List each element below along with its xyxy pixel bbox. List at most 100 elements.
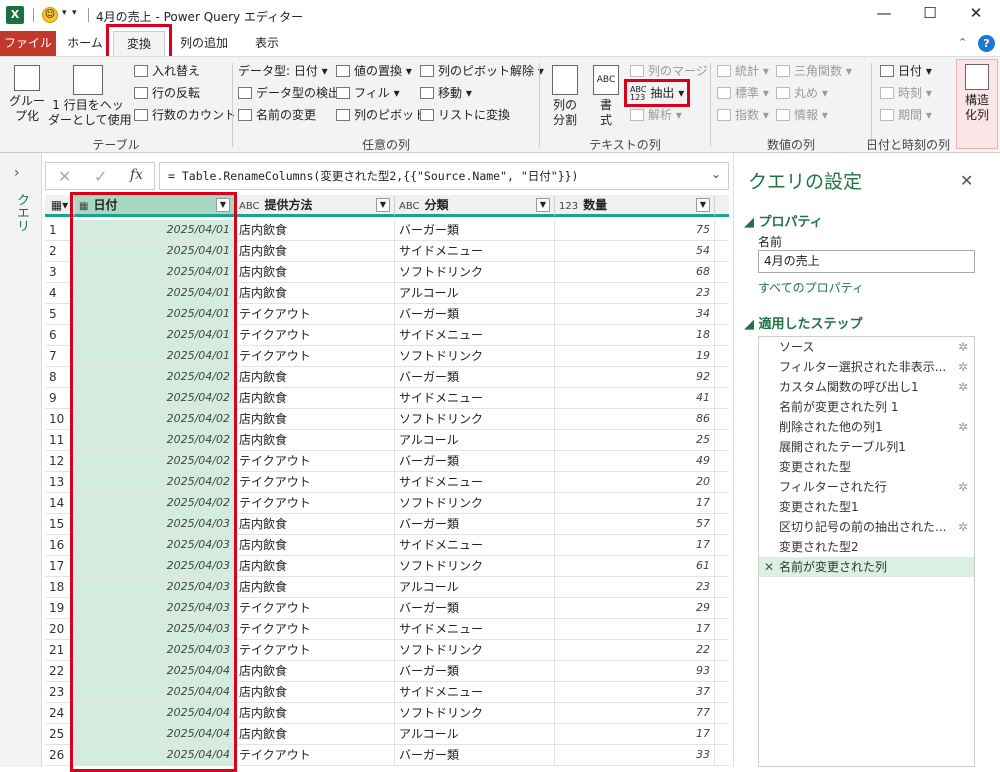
applied-step[interactable]: 名前が変更された列 1 — [759, 397, 974, 417]
cell-category[interactable]: ソフトドリンク — [395, 640, 555, 660]
cell-quantity[interactable]: 23 — [555, 577, 715, 597]
cell-quantity[interactable]: 68 — [555, 262, 715, 282]
filter-dropdown-icon[interactable]: ▼ — [376, 198, 390, 212]
cell-quantity[interactable]: 61 — [555, 556, 715, 576]
cell-quantity[interactable]: 34 — [555, 304, 715, 324]
move-button[interactable]: 移動 ▾ — [420, 83, 472, 103]
cell-quantity[interactable]: 92 — [555, 367, 715, 387]
rounding-button[interactable]: 丸め ▾ — [776, 83, 828, 103]
cell-method[interactable]: 店内飲食 — [235, 241, 395, 261]
cancel-formula-icon[interactable]: ✕ — [58, 167, 71, 186]
delete-step-icon[interactable]: ✕ — [764, 557, 774, 577]
transpose-button[interactable]: 入れ替え — [134, 61, 200, 81]
applied-step[interactable]: 区切り記号の前の抽出された... ✲ — [759, 517, 974, 537]
cell-category[interactable]: アルコール — [395, 283, 555, 303]
cell-quantity[interactable]: 54 — [555, 241, 715, 261]
help-icon[interactable]: ? — [978, 35, 995, 52]
cell-method[interactable]: 店内飲食 — [235, 577, 395, 597]
detect-type-button[interactable]: データ型の検出 — [238, 83, 340, 103]
count-rows-button[interactable]: 行数のカウント — [134, 105, 236, 125]
data-type-dropdown[interactable]: データ型: 日付 ▾ — [238, 61, 328, 81]
date-button[interactable]: 日付 ▾ — [880, 61, 932, 81]
standard-button[interactable]: 標準 ▾ — [717, 83, 769, 103]
cell-method[interactable]: 店内飲食 — [235, 661, 395, 681]
cell-method[interactable]: テイクアウト — [235, 619, 395, 639]
number-type-icon[interactable]: 123 — [559, 201, 578, 212]
text-type-icon[interactable]: ABC — [239, 201, 260, 212]
tab-file[interactable]: ファイル — [0, 31, 56, 56]
cell-category[interactable]: ソフトドリンク — [395, 262, 555, 282]
cell-method[interactable]: テイクアウト — [235, 493, 395, 513]
cell-quantity[interactable]: 22 — [555, 640, 715, 660]
cell-method[interactable]: 店内飲食 — [235, 724, 395, 744]
cell-method[interactable]: 店内飲食 — [235, 514, 395, 534]
cell-category[interactable]: サイドメニュー — [395, 241, 555, 261]
cell-quantity[interactable]: 17 — [555, 724, 715, 744]
cell-quantity[interactable]: 29 — [555, 598, 715, 618]
cell-quantity[interactable]: 93 — [555, 661, 715, 681]
cell-category[interactable]: バーガー類 — [395, 661, 555, 681]
cell-quantity[interactable]: 25 — [555, 430, 715, 450]
rename-button[interactable]: 名前の変更 — [238, 105, 316, 125]
cell-method[interactable]: 店内飲食 — [235, 682, 395, 702]
applied-step[interactable]: カスタム関数の呼び出し1 ✲ — [759, 377, 974, 397]
cell-method[interactable]: 店内飲食 — [235, 703, 395, 723]
cell-method[interactable]: テイクアウト — [235, 598, 395, 618]
cell-method[interactable]: 店内飲食 — [235, 535, 395, 555]
cell-method[interactable]: 店内飲食 — [235, 388, 395, 408]
scientific-button[interactable]: 指数 ▾ — [717, 105, 769, 125]
applied-step[interactable]: 名前が変更された列 ✕ — [759, 557, 974, 577]
information-button[interactable]: 情報 ▾ — [776, 105, 828, 125]
convert-to-list-button[interactable]: リストに変換 — [420, 105, 510, 125]
cell-quantity[interactable]: 75 — [555, 220, 715, 240]
queries-label[interactable]: クエリ — [12, 193, 31, 232]
group-by-button[interactable]: グルー プ化 — [8, 65, 46, 124]
cell-category[interactable]: サイドメニュー — [395, 472, 555, 492]
duration-button[interactable]: 期間 ▾ — [880, 105, 932, 125]
filter-dropdown-icon[interactable]: ▼ — [696, 198, 710, 212]
cell-category[interactable]: ソフトドリンク — [395, 346, 555, 366]
all-properties-link[interactable]: すべてのプロパティ — [758, 279, 864, 296]
cell-category[interactable]: バーガー類 — [395, 367, 555, 387]
maximize-button[interactable]: ☐ — [908, 4, 952, 26]
cell-category[interactable]: バーガー類 — [395, 745, 555, 765]
step-settings-gear-icon[interactable]: ✲ — [958, 337, 968, 357]
cell-category[interactable]: サイドメニュー — [395, 388, 555, 408]
cell-category[interactable]: サイドメニュー — [395, 325, 555, 345]
cell-category[interactable]: ソフトドリンク — [395, 703, 555, 723]
trigonometry-button[interactable]: 三角関数 ▾ — [776, 61, 852, 81]
text-type-icon[interactable]: ABC — [399, 201, 420, 212]
cell-method[interactable]: 店内飲食 — [235, 220, 395, 240]
smiley-dropdown-icon[interactable]: ▾ — [62, 8, 67, 18]
cell-category[interactable]: アルコール — [395, 724, 555, 744]
split-column-button[interactable]: 列の 分割 — [545, 65, 585, 128]
use-first-row-as-headers-button[interactable]: 1 行目をヘッ ダーとして使用 — [48, 65, 132, 128]
cell-method[interactable]: テイクアウト — [235, 325, 395, 345]
step-settings-gear-icon[interactable]: ✲ — [958, 377, 968, 397]
parse-button[interactable]: 解析 ▾ — [630, 105, 682, 125]
customize-toolbar-icon[interactable]: ▾ — [72, 8, 77, 18]
column-header-category[interactable]: ABC 分類 ▼ — [395, 195, 555, 217]
fx-icon[interactable]: fx — [130, 167, 143, 183]
cell-category[interactable]: ソフトドリンク — [395, 556, 555, 576]
applied-step[interactable]: フィルター選択された非表示... ✲ — [759, 357, 974, 377]
cell-quantity[interactable]: 23 — [555, 283, 715, 303]
applied-step[interactable]: フィルターされた行 ✲ — [759, 477, 974, 497]
close-button[interactable]: ✕ — [954, 4, 998, 26]
cell-method[interactable]: 店内飲食 — [235, 430, 395, 450]
step-settings-gear-icon[interactable]: ✲ — [958, 477, 968, 497]
cell-category[interactable]: バーガー類 — [395, 598, 555, 618]
cell-method[interactable]: 店内飲食 — [235, 262, 395, 282]
cell-quantity[interactable]: 77 — [555, 703, 715, 723]
formula-input[interactable]: = Table.RenameColumns(変更された型2,{{"Source.… — [159, 162, 729, 190]
confirm-formula-icon[interactable]: ✓ — [94, 167, 107, 186]
cell-category[interactable]: ソフトドリンク — [395, 493, 555, 513]
cell-quantity[interactable]: 33 — [555, 745, 715, 765]
cell-category[interactable]: ソフトドリンク — [395, 409, 555, 429]
merge-columns-button[interactable]: 列のマージ — [630, 61, 708, 81]
cell-category[interactable]: アルコール — [395, 430, 555, 450]
close-settings-icon[interactable]: ✕ — [960, 171, 973, 190]
cell-category[interactable]: バーガー類 — [395, 514, 555, 534]
cell-method[interactable]: テイクアウト — [235, 640, 395, 660]
cell-quantity[interactable]: 17 — [555, 493, 715, 513]
